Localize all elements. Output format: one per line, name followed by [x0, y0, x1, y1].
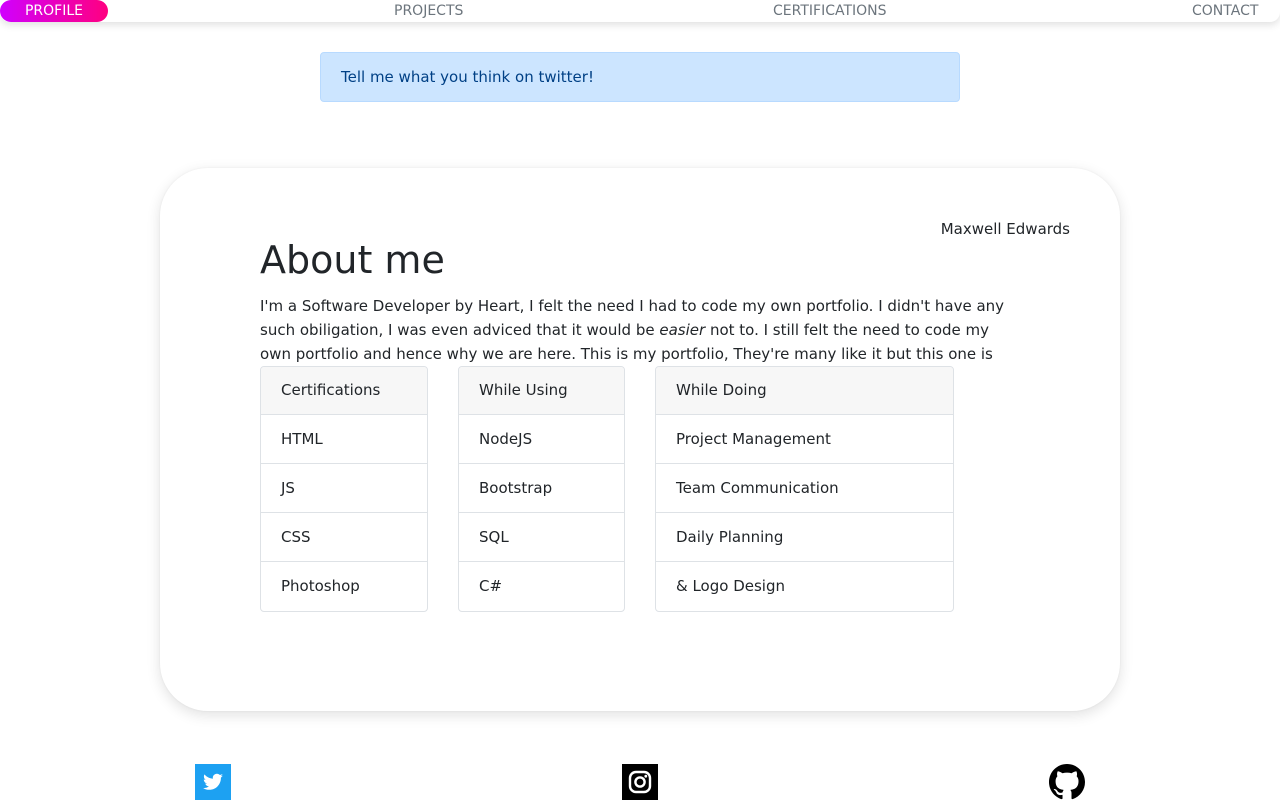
bio-emphasis: easier	[659, 321, 706, 339]
list-item: SQL	[459, 513, 624, 562]
nav-item-projects[interactable]: PROJECTS	[394, 0, 463, 22]
list-header: While Doing	[656, 367, 953, 415]
list-header: Certifications	[261, 367, 427, 415]
list-item: CSS	[261, 513, 427, 562]
top-nav: PROFILE PROJECTS CERTIFICATIONS CONTACT	[0, 0, 1280, 22]
list-item: Photoshop	[281, 577, 360, 595]
author-name: Maxwell Edwards	[940, 220, 1070, 238]
list-item: NodeJS	[459, 415, 624, 464]
while-doing-list: While Doing Project Management Team Comm…	[655, 366, 954, 612]
instagram-icon[interactable]	[622, 764, 658, 800]
twitter-icon[interactable]	[195, 764, 231, 800]
list-item: & Logo Design	[676, 577, 785, 595]
github-icon[interactable]	[1049, 764, 1085, 800]
list-item: Project Management	[656, 415, 953, 464]
info-alert: Tell me what you think on twitter!	[320, 52, 960, 102]
profile-card: Maxwell Edwards About me I'm a Software …	[160, 168, 1120, 711]
list-item: Team Communication	[656, 464, 953, 513]
list-item: HTML	[261, 415, 427, 464]
while-using-list: While Using NodeJS Bootstrap SQL C#	[458, 366, 625, 612]
certifications-list: Certifications HTML JS CSS Photoshop	[260, 366, 428, 612]
list-header: While Using	[459, 367, 624, 415]
nav-item-profile[interactable]: PROFILE	[0, 0, 108, 22]
list-item: Bootstrap	[459, 464, 624, 513]
nav-item-contact[interactable]: CONTACT	[1192, 0, 1258, 22]
list-item: Daily Planning	[656, 513, 953, 562]
nav-item-certifications[interactable]: CERTIFICATIONS	[773, 0, 887, 22]
alert-text: Tell me what you think on twitter!	[341, 68, 594, 86]
page-title: About me	[260, 238, 445, 282]
list-item: C#	[479, 577, 503, 595]
list-item: JS	[261, 464, 427, 513]
